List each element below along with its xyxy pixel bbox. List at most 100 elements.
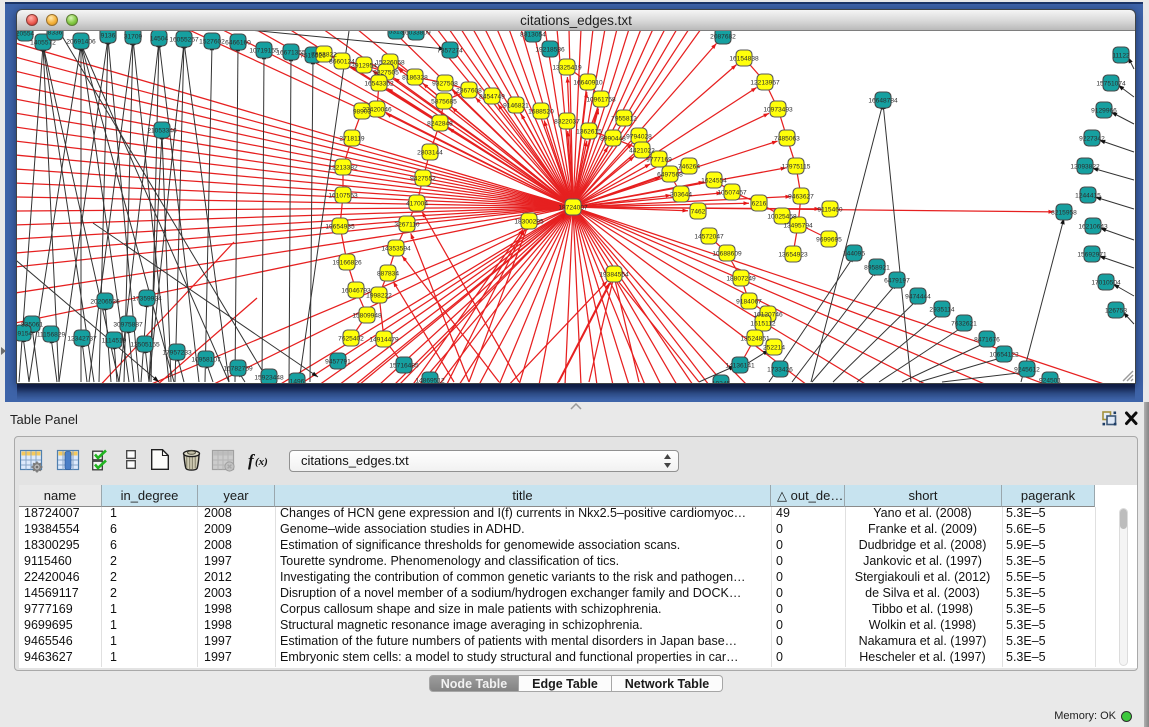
svg-text:8813054: 8813054 xyxy=(520,31,546,38)
svg-text:2718119: 2718119 xyxy=(339,135,365,142)
svg-text:6479197: 6479197 xyxy=(884,277,910,284)
svg-text:19245: 19245 xyxy=(712,380,731,383)
svg-text:8471676: 8471676 xyxy=(974,336,1000,343)
svg-text:8336: 8336 xyxy=(48,31,63,36)
svg-text:1733426: 1733426 xyxy=(767,366,793,373)
svg-text:1362615: 1362615 xyxy=(576,128,602,135)
svg-text:16120746: 16120746 xyxy=(753,311,783,318)
svg-text:8322037: 8322037 xyxy=(554,118,580,125)
svg-text:14504: 14504 xyxy=(150,35,169,42)
svg-text:18807249: 18807249 xyxy=(726,275,756,282)
svg-text:14353594: 14353594 xyxy=(381,245,411,252)
svg-text:7663822: 7663822 xyxy=(311,51,337,58)
svg-text:13654923: 13654923 xyxy=(778,251,808,258)
svg-text:12505155: 12505155 xyxy=(130,341,160,348)
svg-text:126753: 126753 xyxy=(1105,307,1127,314)
svg-text:10688609: 10688609 xyxy=(712,250,742,257)
svg-text:10654122: 10654122 xyxy=(989,351,1019,358)
svg-text:13325419: 13325419 xyxy=(552,64,582,71)
svg-text:8958921: 8958921 xyxy=(864,264,890,271)
svg-text:16543362: 16543362 xyxy=(364,80,394,87)
svg-text:19218586: 19218586 xyxy=(535,46,565,53)
svg-text:9136: 9136 xyxy=(101,32,116,39)
svg-text:6216: 6216 xyxy=(752,200,767,207)
svg-text:15716485: 15716485 xyxy=(389,362,419,369)
svg-text:15809948: 15809948 xyxy=(352,312,382,319)
svg-text:9146821: 9146821 xyxy=(503,102,529,109)
svg-text:19654935: 19654935 xyxy=(325,223,355,230)
svg-text:7357274: 7357274 xyxy=(437,47,463,54)
svg-text:2803144: 2803144 xyxy=(417,149,443,156)
svg-text:924501: 924501 xyxy=(1039,377,1061,383)
svg-text:9327505: 9327505 xyxy=(373,69,399,76)
svg-text:7485063: 7485063 xyxy=(774,135,800,142)
svg-text:19384554: 19384554 xyxy=(599,271,629,278)
svg-text:9245612: 9245612 xyxy=(1014,366,1040,373)
svg-text:9427552: 9427552 xyxy=(410,175,436,182)
svg-text:2087682: 2087682 xyxy=(710,33,736,40)
svg-text:1405572: 1405572 xyxy=(30,39,56,46)
svg-text:8215958: 8215958 xyxy=(1051,209,1077,216)
svg-text:18300295: 18300295 xyxy=(514,218,544,225)
svg-text:10025458: 10025458 xyxy=(767,213,797,220)
svg-text:12213967: 12213967 xyxy=(750,79,780,86)
svg-text:10973493: 10973493 xyxy=(763,106,793,113)
svg-text:8454749: 8454749 xyxy=(479,93,505,100)
svg-text:12342737: 12342737 xyxy=(67,335,97,342)
svg-text:17010504: 17010504 xyxy=(1091,279,1121,286)
svg-text:7625402: 7625402 xyxy=(338,335,364,342)
svg-text:9227342: 9227342 xyxy=(1079,135,1105,142)
svg-text:9327508: 9327508 xyxy=(432,80,458,87)
svg-text:17359924: 17359924 xyxy=(132,295,162,302)
svg-text:252214: 252214 xyxy=(763,344,785,351)
svg-text:9699695: 9699695 xyxy=(816,236,842,243)
svg-text:5875685: 5875685 xyxy=(431,98,457,105)
svg-text:14572047: 14572047 xyxy=(694,233,724,240)
svg-text:16154838: 16154838 xyxy=(729,55,759,62)
svg-text:1624554: 1624554 xyxy=(701,177,727,184)
svg-text:144095: 144095 xyxy=(843,250,865,257)
svg-text:8186328: 8186328 xyxy=(402,74,428,81)
svg-text:1114519: 1114519 xyxy=(102,337,127,344)
svg-text:10958107: 10958107 xyxy=(191,356,221,363)
svg-text:13495794: 13495794 xyxy=(783,222,813,229)
svg-text:9184067: 9184067 xyxy=(736,298,762,305)
svg-text:16033809: 16033809 xyxy=(401,31,431,36)
svg-text:16782759: 16782759 xyxy=(223,365,253,372)
svg-text:9115460: 9115460 xyxy=(817,206,843,213)
svg-text:9129966: 9129966 xyxy=(1091,107,1117,114)
svg-text:15692971: 15692971 xyxy=(1077,251,1107,258)
svg-text:10961758: 10961758 xyxy=(586,96,616,103)
svg-text:13524851: 13524851 xyxy=(740,335,770,342)
svg-text:16055267: 16055267 xyxy=(169,36,199,43)
svg-text:(x): (x) xyxy=(255,456,268,468)
svg-text:2935114: 2935114 xyxy=(929,306,955,313)
svg-text:3267110: 3267110 xyxy=(394,221,420,228)
svg-text:6497568: 6497568 xyxy=(657,171,683,178)
svg-text:12093822: 12093822 xyxy=(1070,163,1100,170)
svg-text:18724007: 18724007 xyxy=(558,204,588,211)
svg-text:1496: 1496 xyxy=(290,378,305,383)
svg-text:1527602: 1527602 xyxy=(199,38,225,45)
svg-text:203644: 203644 xyxy=(670,191,692,198)
svg-text:16648784: 16648784 xyxy=(868,97,898,104)
svg-text:1588520: 1588520 xyxy=(528,108,554,115)
svg-text:17975115: 17975115 xyxy=(782,163,811,170)
svg-text:7632621: 7632621 xyxy=(951,320,977,327)
svg-text:15226058: 15226058 xyxy=(375,59,405,66)
svg-text:17957233: 17957233 xyxy=(162,349,192,356)
svg-text:12213382: 12213382 xyxy=(328,164,358,171)
svg-text:30975887: 30975887 xyxy=(113,321,143,328)
svg-text:417004: 417004 xyxy=(406,200,428,207)
svg-text:8990448: 8990448 xyxy=(600,135,626,142)
svg-text:9457791: 9457791 xyxy=(325,358,351,365)
svg-text:835061: 835061 xyxy=(21,321,43,328)
svg-text:20206536: 20206536 xyxy=(90,298,120,305)
svg-text:39154: 39154 xyxy=(17,330,32,337)
svg-text:7462: 7462 xyxy=(691,208,706,215)
svg-text:21053346: 21053346 xyxy=(147,127,177,134)
svg-text:10507457: 10507457 xyxy=(717,189,747,196)
svg-text:31709: 31709 xyxy=(124,33,143,40)
svg-text:7955812: 7955812 xyxy=(611,115,637,122)
svg-text:9474444: 9474444 xyxy=(905,293,931,300)
